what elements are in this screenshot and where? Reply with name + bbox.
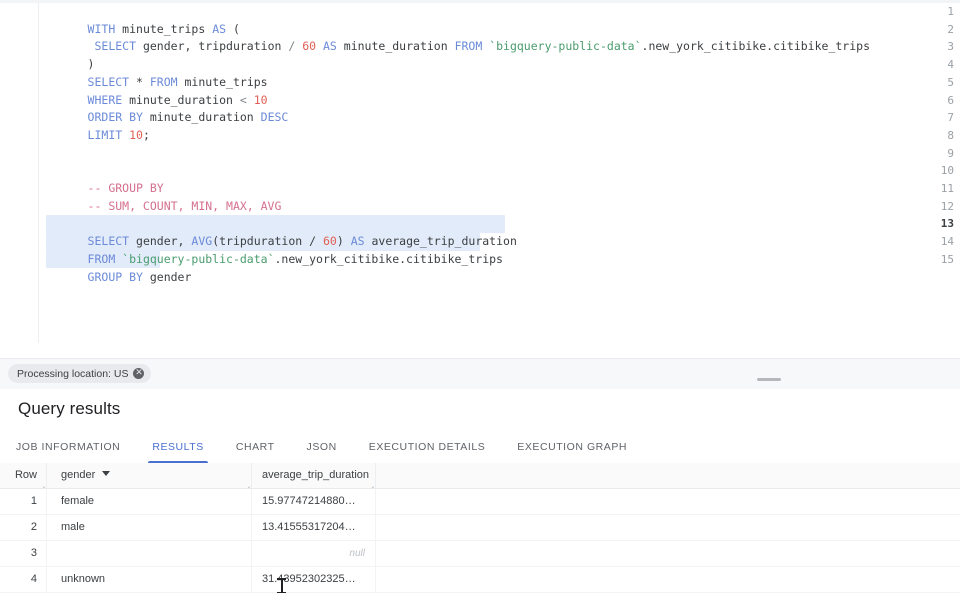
cell-filler bbox=[376, 489, 960, 514]
column-header-row[interactable]: Row bbox=[0, 463, 47, 488]
code-line-15: GROUP BY gender bbox=[46, 251, 192, 284]
sql-identifier: minute_duration bbox=[142, 110, 261, 125]
sql-identifier: .new_york_citibike.citibike_trips bbox=[641, 39, 870, 54]
line-number: 9 bbox=[947, 146, 954, 160]
line-number: 15 bbox=[940, 252, 954, 266]
line-number: 4 bbox=[947, 58, 954, 72]
sql-keyword: DESC bbox=[260, 110, 289, 125]
results-table: Row gender average_trip_duration 1 femal… bbox=[0, 463, 960, 593]
column-header-average-trip-duration[interactable]: average_trip_duration bbox=[252, 463, 376, 488]
line-number: 3 bbox=[947, 40, 954, 54]
code-line-10: -- GROUP BY bbox=[46, 162, 164, 195]
tab-execution-details[interactable]: EXECUTION DETAILS bbox=[353, 432, 502, 463]
cell-gender: female bbox=[47, 489, 252, 514]
query-results-panel: Query results JOB INFORMATION RESULTS CH… bbox=[0, 389, 960, 615]
sql-identifier: gender bbox=[142, 269, 192, 284]
cell-filler bbox=[376, 567, 960, 592]
cell-gender: unknown bbox=[47, 567, 252, 592]
column-header-average-label: average_trip_duration bbox=[262, 469, 370, 481]
sql-identifier: gender, tripduration bbox=[136, 39, 289, 54]
column-resize-grip[interactable] bbox=[38, 480, 45, 487]
sql-punct: ; bbox=[142, 127, 150, 142]
cell-row-number: 3 bbox=[0, 541, 47, 566]
tab-json[interactable]: JSON bbox=[291, 432, 353, 463]
cell-average-null: null bbox=[252, 541, 376, 566]
chevron-down-icon[interactable] bbox=[102, 471, 111, 476]
line-number-gutter bbox=[0, 3, 38, 343]
processing-location-chip[interactable]: Processing location: US ✕ bbox=[8, 364, 152, 383]
code-line-2: SELECT gender, tripduration / 60 AS minu… bbox=[46, 21, 870, 53]
column-resize-grip[interactable] bbox=[243, 480, 250, 487]
panel-resize-handle[interactable] bbox=[757, 378, 781, 381]
results-tab-bar[interactable]: JOB INFORMATION RESULTS CHART JSON EXECU… bbox=[0, 432, 960, 464]
table-header-row: Row gender average_trip_duration bbox=[0, 463, 960, 489]
table-row[interactable]: 1 female 15.97747214880… bbox=[0, 489, 960, 515]
table-row[interactable]: 2 male 13.41555317204… bbox=[0, 515, 960, 541]
line-number: 11 bbox=[940, 182, 954, 195]
cell-average: 31.43952302325… bbox=[252, 567, 376, 592]
sql-string: `bigquery-public-data` bbox=[482, 39, 642, 54]
sql-keyword: GROUP BY bbox=[87, 269, 143, 284]
line-number: 14 bbox=[940, 235, 954, 249]
code-line-4: SELECT * FROM minute_trips bbox=[46, 56, 268, 89]
processing-location-bar: Processing location: US ✕ bbox=[0, 358, 960, 390]
line-number: 12 bbox=[940, 199, 954, 213]
sql-editor-panel[interactable]: 1 2 3 4 5 6 7 8 9 10 11 12 13 14 15 WITH… bbox=[0, 0, 960, 358]
code-line-3: ) bbox=[46, 38, 95, 71]
sql-code-area[interactable]: 1 2 3 4 5 6 7 8 9 10 11 12 13 14 15 WITH… bbox=[0, 3, 960, 343]
sql-keyword: LIMIT bbox=[87, 127, 123, 142]
cell-row-number: 2 bbox=[0, 515, 47, 540]
sql-identifier: .new_york_citibike.citibike_trips bbox=[274, 251, 503, 266]
code-line-11: -- SUM, COUNT, MIN, MAX, AVG bbox=[46, 180, 282, 213]
sql-keyword: FROM bbox=[454, 39, 483, 54]
code-line-7: LIMIT 10; bbox=[46, 109, 150, 142]
sql-keyword: AS bbox=[323, 39, 337, 54]
cell-row-number: 1 bbox=[0, 489, 47, 514]
sql-comment: -- SUM, COUNT, MIN, MAX, AVG bbox=[87, 198, 282, 213]
column-header-gender[interactable]: gender bbox=[47, 463, 252, 488]
line-number: 2 bbox=[947, 22, 954, 36]
cell-average: 13.41555317204… bbox=[252, 515, 376, 540]
tab-chart[interactable]: CHART bbox=[220, 432, 291, 463]
line-number: 10 bbox=[940, 164, 954, 178]
tab-execution-graph[interactable]: EXECUTION GRAPH bbox=[501, 432, 643, 463]
code-line-1: WITH minute_trips AS ( bbox=[46, 3, 240, 36]
line-number: 1 bbox=[947, 5, 954, 18]
tab-results[interactable]: RESULTS bbox=[136, 432, 220, 463]
sql-keyword: SELECT bbox=[94, 39, 137, 54]
column-header-gender-label: gender bbox=[61, 469, 96, 481]
line-number: 7 bbox=[947, 111, 954, 125]
sql-number: 60 bbox=[295, 39, 323, 54]
line-number: 5 bbox=[947, 75, 954, 89]
code-line-5: WHERE minute_duration < 10 bbox=[46, 74, 268, 107]
code-line-13: SELECT gender, AVG(tripduration / 60) AS… bbox=[46, 215, 517, 248]
line-number: 6 bbox=[947, 93, 954, 107]
table-row[interactable]: 4 unknown 31.43952302325… bbox=[0, 567, 960, 593]
close-icon[interactable]: ✕ bbox=[133, 368, 145, 379]
page-title: Query results bbox=[18, 399, 121, 418]
cell-average: 15.97747214880… bbox=[252, 489, 376, 514]
gutter-divider bbox=[38, 3, 39, 343]
cell-filler bbox=[376, 541, 960, 566]
line-number-active: 13 bbox=[940, 217, 954, 231]
sql-number: 10 bbox=[122, 127, 143, 142]
code-line-14: FROM `bigquery-public-data`.new_york_cit… bbox=[46, 233, 503, 266]
cell-gender bbox=[47, 541, 252, 566]
processing-location-label: Processing location: US bbox=[17, 367, 129, 380]
cell-gender: male bbox=[47, 515, 252, 540]
sql-identifier: minute_duration bbox=[336, 39, 455, 54]
table-row[interactable]: 3 null bbox=[0, 541, 960, 567]
tab-job-information[interactable]: JOB INFORMATION bbox=[0, 432, 136, 463]
cell-filler bbox=[376, 515, 960, 540]
line-number: 8 bbox=[947, 128, 954, 142]
column-header-filler bbox=[376, 463, 960, 488]
column-header-row-label: Row bbox=[14, 469, 37, 481]
cell-row-number: 4 bbox=[0, 567, 47, 592]
column-resize-grip[interactable] bbox=[367, 480, 374, 487]
code-line-6: ORDER BY minute_duration DESC bbox=[46, 92, 289, 124]
